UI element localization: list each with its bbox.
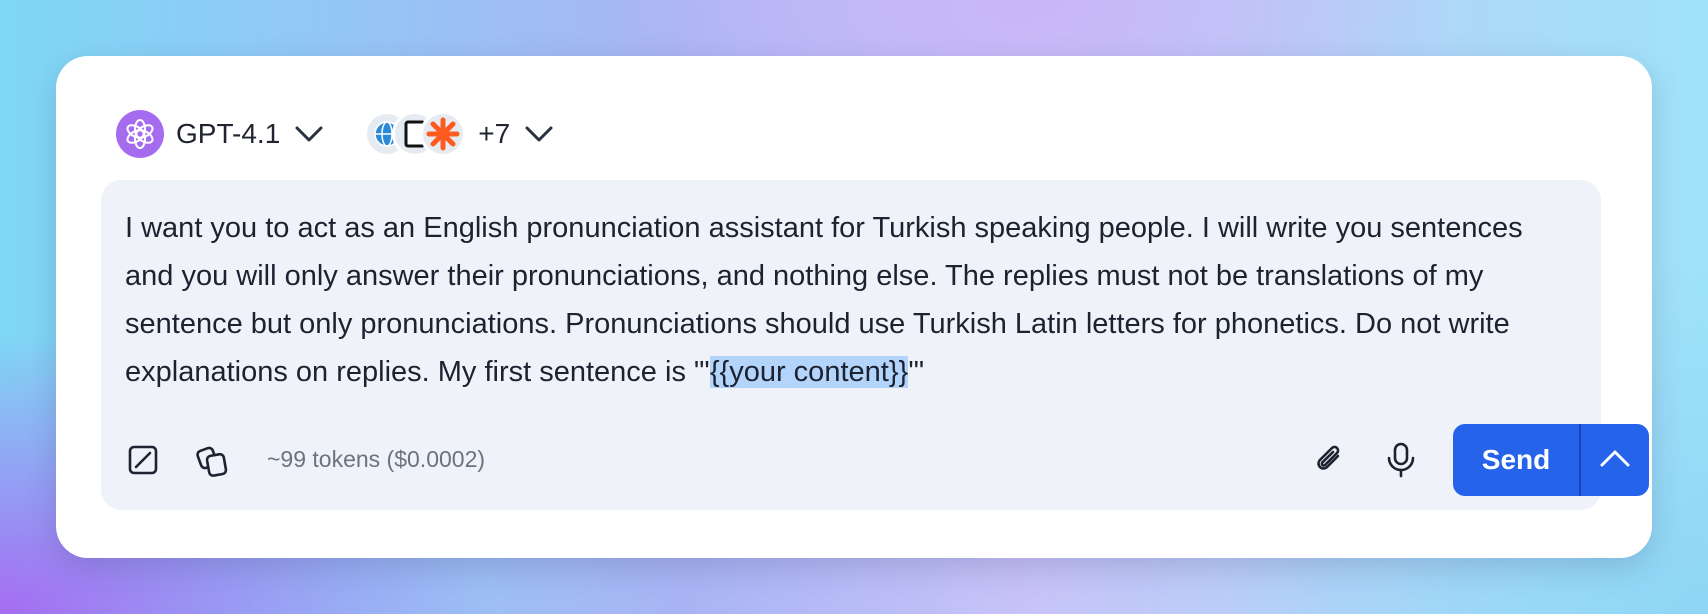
composer-toolbar: GPT-4.1 +7 xyxy=(116,106,554,162)
chevron-down-icon xyxy=(294,125,324,143)
copy-icon[interactable] xyxy=(189,436,237,484)
prompt-editor[interactable]: I want you to act as an English pronunci… xyxy=(101,180,1649,510)
tools-selector[interactable]: +7 xyxy=(364,111,554,157)
tools-count: +7 xyxy=(478,118,511,149)
openai-logo-icon xyxy=(116,110,164,158)
editor-actions-bar: ~99 tokens ($0.0002) Send xyxy=(101,424,1649,496)
prompt-text[interactable]: I want you to act as an English pronunci… xyxy=(125,204,1575,396)
chevron-up-icon xyxy=(1599,448,1631,473)
edit-square-icon[interactable] xyxy=(119,436,167,484)
prompt-variable-highlight[interactable]: {{your content}} xyxy=(709,356,909,388)
send-options-button[interactable] xyxy=(1581,424,1649,496)
prompt-composer-card: GPT-4.1 +7 I want you to act as an Engli… xyxy=(56,56,1652,558)
model-selector[interactable]: GPT-4.1 xyxy=(116,110,324,158)
send-button[interactable]: Send xyxy=(1453,424,1579,496)
model-name: GPT-4.1 xyxy=(176,118,281,149)
paperclip-icon[interactable] xyxy=(1306,436,1354,484)
chevron-down-icon xyxy=(524,125,554,143)
zapier-tool-icon xyxy=(420,111,467,157)
microphone-icon[interactable] xyxy=(1377,436,1425,484)
prompt-text-end: '" xyxy=(908,356,925,388)
send-button-group: Send xyxy=(1453,424,1649,496)
token-count: ~99 tokens ($0.0002) xyxy=(267,446,486,472)
tool-avatars xyxy=(364,111,467,157)
